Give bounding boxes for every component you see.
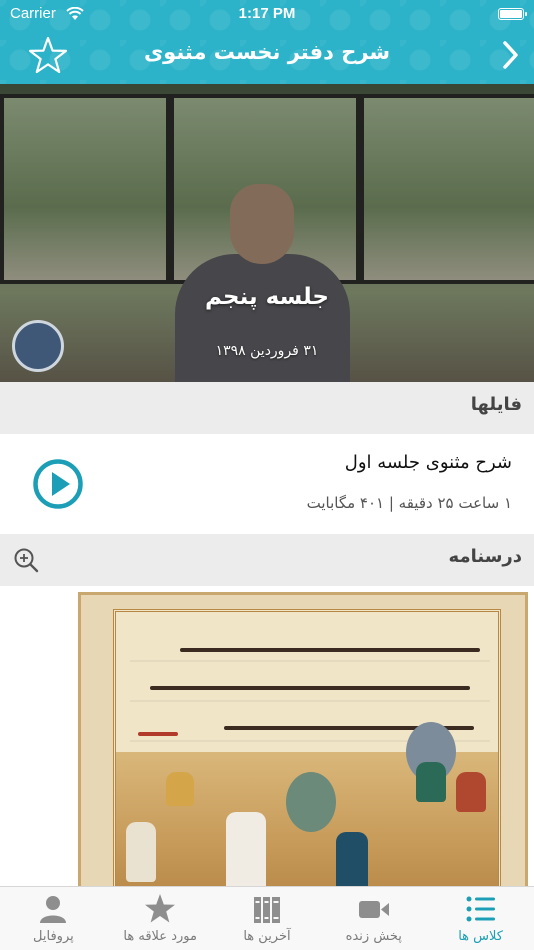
chevron-right-icon [503, 41, 518, 69]
file-meta: ۱ ساعت ۲۵ دقیقه | ۴۰۱ مگابایت [306, 494, 512, 512]
tab-profile[interactable]: پروفایل [0, 887, 107, 950]
star-outline-icon [28, 36, 68, 74]
tab-classes[interactable]: کلاس ها [427, 887, 534, 950]
files-section-header: فایلها [0, 382, 534, 434]
tab-live[interactable]: پخش زنده [320, 887, 427, 950]
top-bar: Carrier 1:17 PM شرح دفتر نخست مثنوی [0, 0, 534, 84]
favorite-star-button[interactable] [28, 36, 68, 74]
back-button[interactable] [500, 40, 520, 70]
manuscript-image[interactable] [78, 592, 528, 892]
manuscript-illustration [116, 722, 498, 889]
tab-label: پخش زنده [345, 929, 402, 944]
star-icon [145, 894, 176, 923]
tab-favorites[interactable]: مورد علاقه ها [107, 887, 214, 950]
session-date: ۳۱ فروردین ۱۳۹۸ [215, 343, 319, 359]
tab-label: آخرین ها [243, 929, 291, 944]
status-bar: Carrier 1:17 PM [0, 0, 534, 28]
tab-label: پروفایل [33, 929, 74, 944]
tab-label: مورد علاقه ها [123, 929, 197, 944]
file-item[interactable]: شرح مثنوی جلسه اول ۱ ساعت ۲۵ دقیقه | ۴۰۱… [0, 434, 534, 534]
play-circle-icon [33, 459, 83, 509]
tab-bar: پروفایل مورد علاقه ها آخرین ها پخش زنده … [0, 886, 534, 950]
video-thumbnail[interactable]: جلسه پنجم ۳۱ فروردین ۱۳۹۸ [0, 84, 534, 382]
books-icon [253, 897, 280, 923]
files-header-label: فایلها [470, 394, 522, 415]
battery-icon [498, 8, 527, 20]
notes-section-header: درسنامه [0, 534, 534, 586]
zoom-button[interactable] [12, 546, 40, 574]
tab-latest[interactable]: آخرین ها [214, 887, 321, 950]
play-button[interactable] [32, 458, 84, 510]
video-camera-icon [358, 901, 389, 918]
person-icon [40, 896, 67, 923]
list-icon [466, 896, 495, 922]
status-time: 1:17 PM [238, 5, 296, 22]
zoom-in-icon [14, 548, 39, 573]
file-name: شرح مثنوی جلسه اول [344, 452, 512, 473]
app-screen: Carrier 1:17 PM شرح دفتر نخست مثنوی جلسه… [0, 0, 534, 950]
session-title: جلسه پنجم [205, 284, 329, 310]
page-title: شرح دفتر نخست مثنوی [143, 40, 391, 64]
tab-label: کلاس ها [458, 929, 503, 944]
notes-header-label: درسنامه [448, 546, 522, 567]
